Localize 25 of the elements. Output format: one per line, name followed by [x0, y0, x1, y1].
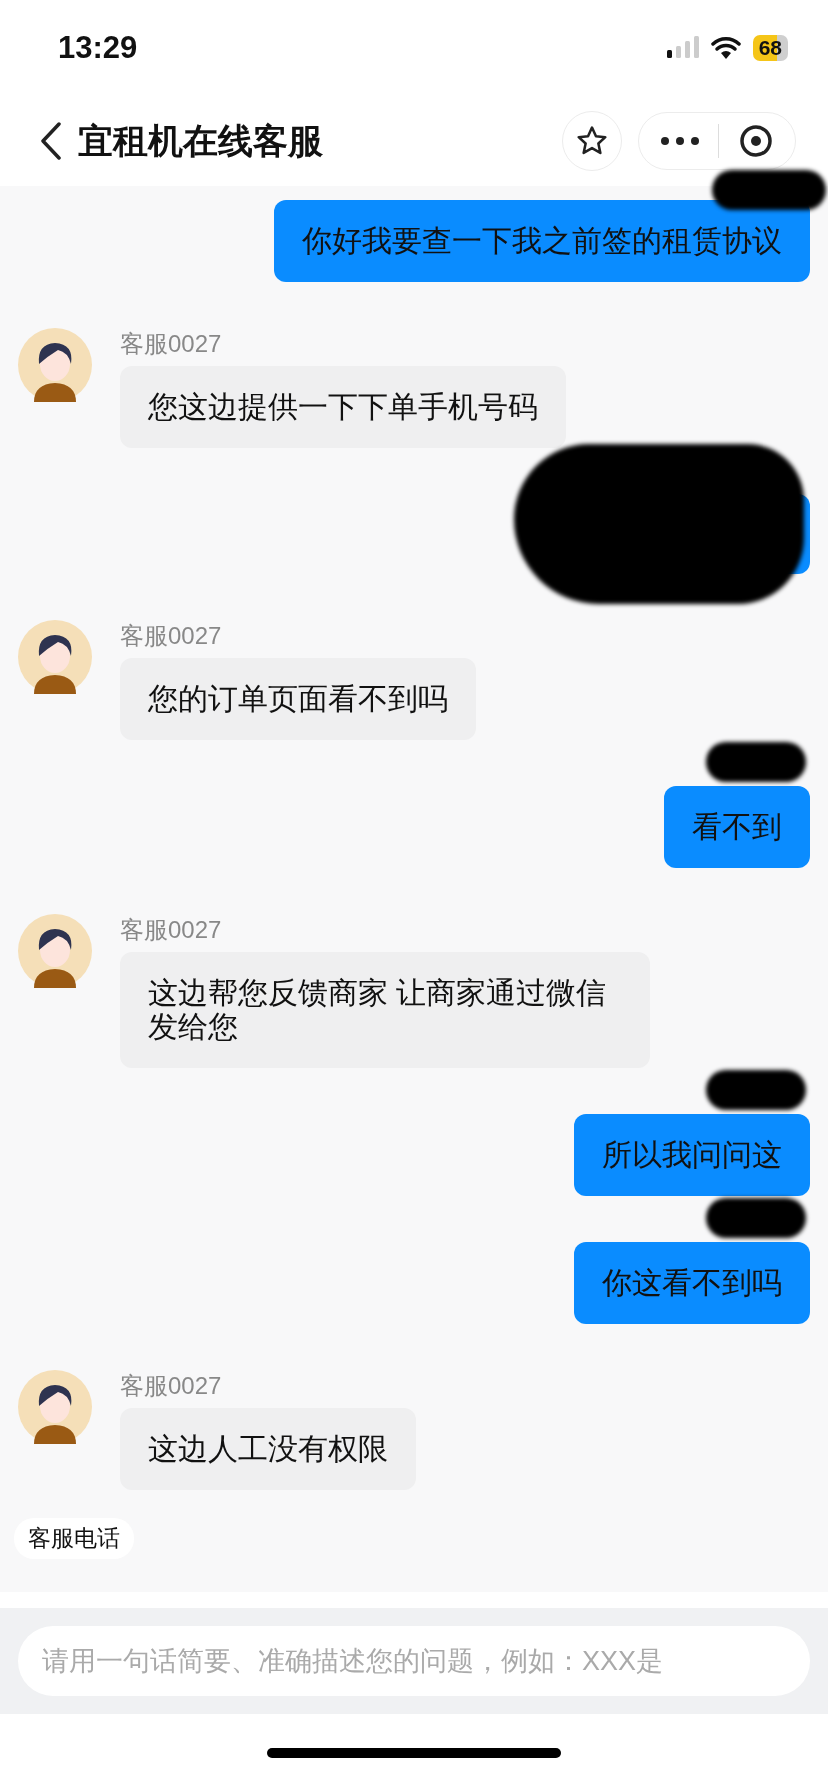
message-bubble: 这边帮您反馈商家 让商家通过微信发给您 [120, 952, 650, 1068]
avatar-icon [18, 914, 92, 988]
message-bubble: 你好我要查一下我之前签的租赁协议 [274, 200, 810, 282]
avatar-icon [18, 328, 92, 402]
agent-name: 客服0027 [120, 621, 222, 651]
agent-name: 客服0027 [120, 329, 222, 359]
agent-name: 客服0027 [120, 915, 222, 945]
status-time: 13:29 [58, 30, 138, 66]
message-bubble: 这边人工没有权限 [120, 1408, 416, 1490]
avatar-icon [18, 1370, 92, 1444]
message-bubble: 你这看不到吗 [574, 1242, 810, 1324]
message-bubble: 所以我问问这 [574, 1114, 810, 1196]
quick-reply-chip[interactable]: 客服电话 [14, 1518, 134, 1559]
agent-name: 客服0027 [120, 1371, 222, 1401]
message-bubble: 您的订单页面看不到吗 [120, 658, 476, 740]
message-input[interactable]: 请用一句话简要、准确描述您的问题，例如：XXX是 [18, 1626, 810, 1696]
chat-title: 宜租机在线客服 [78, 119, 323, 162]
back-icon[interactable] [40, 122, 62, 160]
signal-icon [666, 36, 699, 60]
target-icon [737, 123, 774, 159]
more-icon [660, 136, 701, 146]
message-bubble: 看不到 [664, 786, 810, 868]
message-bubble: 您这边提供一下下单手机号码 [120, 366, 566, 448]
wifi-icon [710, 37, 741, 59]
avatar-icon [18, 620, 92, 694]
